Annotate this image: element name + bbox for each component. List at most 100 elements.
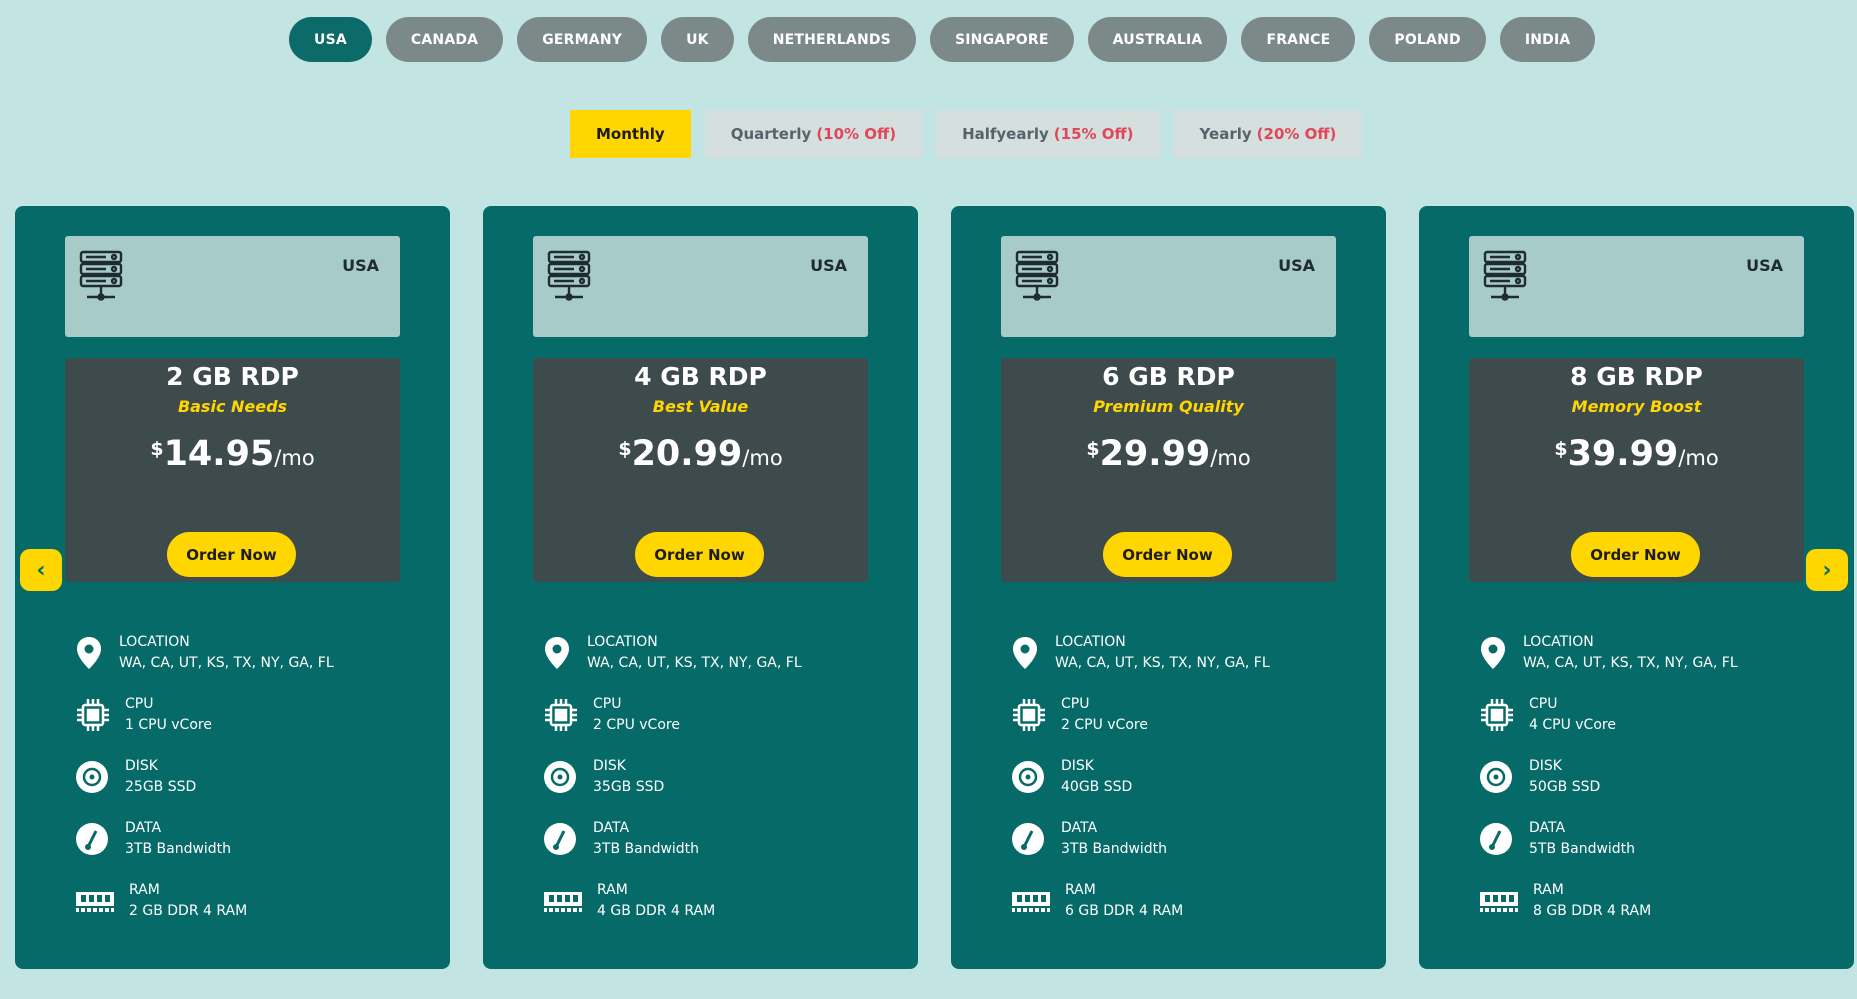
spec-ram: RAM 8 GB DDR 4 RAM [1479,878,1738,924]
card-country-label: USA [342,256,379,275]
spec-text: RAM 2 GB DDR 4 RAM [129,880,247,922]
price-period: /mo [742,446,783,470]
spec-value: WA, CA, UT, KS, TX, NY, GA, FL [119,655,334,671]
spec-label: RAM [129,882,160,898]
location-pin-icon [1011,636,1055,670]
spec-label: DATA [1061,820,1098,836]
price-currency: $ [1086,438,1100,460]
spec-value: 5TB Bandwidth [1529,841,1636,857]
spec-label: DISK [1529,758,1562,774]
cpu-chip-icon [75,697,125,733]
plan-tagline: Best Value [652,397,749,416]
spec-location: LOCATION WA, CA, UT, KS, TX, NY, GA, FL [1479,630,1738,676]
spec-disk: DISK 40GB SSD [1011,754,1270,800]
spec-text: DISK 25GB SSD [125,756,196,798]
spec-value: 3TB Bandwidth [1061,841,1168,857]
spec-value: 4 GB DDR 4 RAM [597,903,716,919]
spec-label: CPU [125,696,154,712]
price-box: 8 GB RDP Memory Boost $ 39.99 /mo Order … [1469,358,1804,582]
spec-value: 50GB SSD [1529,779,1601,795]
disk-icon [1479,760,1529,794]
spec-label: RAM [1533,882,1564,898]
spec-label: DATA [1529,820,1566,836]
plan-name: 8 GB RDP [1570,362,1703,391]
spec-text: DISK 35GB SSD [593,756,664,798]
card-header: USA [65,236,400,337]
spec-list: LOCATION WA, CA, UT, KS, TX, NY, GA, FL CP… [75,630,334,940]
price-box: 6 GB RDP Premium Quality $ 29.99 /mo Ord… [1001,358,1336,582]
spec-value: 8 GB DDR 4 RAM [1533,903,1652,919]
country-tab-netherlands[interactable]: NETHERLANDS [747,17,916,62]
spec-text: LOCATION WA, CA, UT, KS, TX, NY, GA, FL [1055,632,1270,674]
country-tab-france[interactable]: FRANCE [1241,17,1356,62]
server-rack-icon [547,250,591,306]
billing-tab-monthly[interactable]: Monthly [570,110,691,158]
spec-text: RAM 6 GB DDR 4 RAM [1065,880,1183,922]
server-rack-icon [1015,250,1059,306]
spec-ram: RAM 4 GB DDR 4 RAM [543,878,802,924]
carousel-prev-button[interactable]: ‹ [20,549,62,591]
spec-value: 3TB Bandwidth [125,841,232,857]
country-tab-poland[interactable]: POLAND [1369,17,1486,62]
country-tab-singapore[interactable]: SINGAPORE [929,17,1074,62]
spec-value: 40GB SSD [1061,779,1133,795]
spec-text: DATA 3TB Bandwidth [1061,818,1167,860]
country-tab-uk[interactable]: UK [661,17,734,62]
order-now-button[interactable]: Order Now [635,532,764,577]
country-tab-australia[interactable]: AUSTRALIA [1087,17,1228,62]
spec-ram: RAM 6 GB DDR 4 RAM [1011,878,1270,924]
spec-label: CPU [1061,696,1090,712]
pricing-card: USA 8 GB RDP Memory Boost $ 39.99 /mo Or… [1419,206,1854,969]
pricing-card: USA 2 GB RDP Basic Needs $ 14.95 /mo Ord… [15,206,450,969]
card-header: USA [533,236,868,337]
order-now-button[interactable]: Order Now [167,532,296,577]
server-rack-icon [79,250,123,306]
spec-list: LOCATION WA, CA, UT, KS, TX, NY, GA, FL CP… [543,630,802,940]
carousel-next-button[interactable]: › [1806,549,1848,591]
gauge-icon [1479,822,1529,856]
billing-tab-yearly[interactable]: Yearly (20% Off) [1173,110,1363,158]
billing-tab-halfyearly[interactable]: Halfyearly (15% Off) [936,110,1160,158]
plan-tagline: Basic Needs [177,397,288,416]
disk-icon [1011,760,1061,794]
price: $ 29.99 /mo [1001,434,1336,474]
plan-name: 4 GB RDP [634,362,767,391]
price-currency: $ [618,438,632,460]
spec-label: RAM [597,882,628,898]
spec-text: DISK 40GB SSD [1061,756,1132,798]
spec-text: LOCATION WA, CA, UT, KS, TX, NY, GA, FL [587,632,802,674]
spec-value: 25GB SSD [125,779,197,795]
spec-label: DISK [1061,758,1094,774]
spec-label: DISK [593,758,626,774]
spec-value: 1 CPU vCore [125,717,212,733]
spec-value: 35GB SSD [593,779,665,795]
country-tab-canada[interactable]: CANADA [385,17,504,62]
spec-list: LOCATION WA, CA, UT, KS, TX, NY, GA, FL CP… [1011,630,1270,940]
disk-icon [75,760,125,794]
spec-list: LOCATION WA, CA, UT, KS, TX, NY, GA, FL CP… [1479,630,1738,940]
chevron-right-icon: › [1822,557,1832,583]
spec-text: RAM 4 GB DDR 4 RAM [597,880,715,922]
plan-tagline: Memory Boost [1571,397,1702,416]
country-tab-germany[interactable]: GERMANY [517,17,648,62]
country-tab-usa[interactable]: USA [289,17,372,62]
discount-label: (10% Off) [816,125,897,143]
country-tab-india[interactable]: INDIA [1499,17,1596,62]
order-now-button[interactable]: Order Now [1103,532,1232,577]
price-amount: 29.99 [1099,434,1211,474]
location-pin-icon [75,636,119,670]
location-pin-icon [1479,636,1523,670]
spec-label: LOCATION [1055,634,1126,650]
billing-tab-label: Monthly [596,125,665,143]
billing-tab-quarterly[interactable]: Quarterly (10% Off) [704,110,923,158]
price-period: /mo [274,446,315,470]
spec-disk: DISK 25GB SSD [75,754,334,800]
billing-period-tabs: Monthly Quarterly (10% Off) Halfyearly (… [570,110,1363,158]
price: $ 14.95 /mo [65,434,400,474]
spec-label: DATA [125,820,162,836]
country-tabs: USA CANADA GERMANY UK NETHERLANDS SINGAP… [289,17,1857,62]
ram-module-icon [1479,888,1533,914]
price: $ 20.99 /mo [533,434,868,474]
order-now-button[interactable]: Order Now [1571,532,1700,577]
spec-value: 4 CPU vCore [1529,717,1616,733]
